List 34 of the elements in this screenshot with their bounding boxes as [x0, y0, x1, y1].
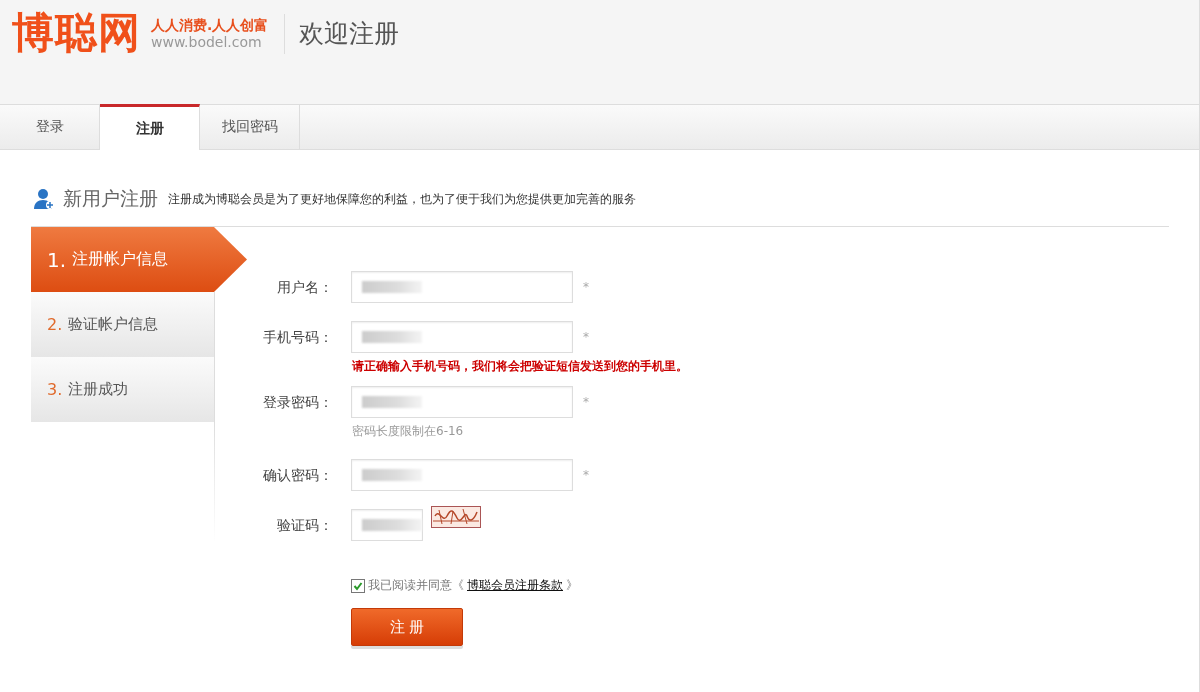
captcha-field[interactable] — [351, 509, 423, 541]
error-message: 请正确输入手机号码，我们将会把验证短信发送到您的手机里。 — [352, 358, 688, 374]
captcha-image[interactable] — [431, 506, 481, 528]
required-marker: * — [583, 467, 589, 484]
terms-link[interactable]: 博聪会员注册条款 — [467, 577, 563, 594]
input-field[interactable] — [351, 321, 573, 353]
input-field[interactable] — [351, 271, 573, 303]
section-description: 注册成为博聪会员是为了更好地保障您的利益，也为了便于我们为您提供更加完善的服务 — [168, 190, 636, 208]
agree-text-end: 》 — [566, 577, 578, 594]
register-button[interactable]: 注 册 — [351, 608, 463, 646]
step-item: 1. 注册帐户信息 — [31, 227, 247, 292]
input-field[interactable] — [351, 459, 573, 491]
field-label: 手机号码： — [262, 328, 334, 347]
tab[interactable]: 找回密码 — [200, 105, 300, 149]
required-marker: * — [583, 279, 589, 296]
agree-checkbox[interactable] — [351, 578, 365, 593]
input-field[interactable] — [351, 386, 573, 418]
field-label: 用户名： — [276, 278, 334, 297]
field-label: 验证码： — [276, 516, 334, 535]
hint-text: 密码长度限制在6-16 — [352, 423, 465, 439]
logo-text: 博聪网 — [12, 8, 141, 58]
agree-text: 我已阅读并同意《 — [368, 577, 464, 594]
page-title: 欢迎注册 — [299, 18, 400, 50]
step-item: 3. 注册成功 — [31, 357, 215, 422]
slogan: 人人消费.人人创富 — [151, 16, 269, 34]
section-title: 新用户注册 — [63, 186, 158, 211]
tab[interactable]: 注册 — [100, 104, 200, 150]
field-label: 登录密码： — [262, 393, 334, 412]
step-item: 2. 验证帐户信息 — [31, 292, 215, 357]
user-add-icon — [33, 188, 55, 210]
required-marker: * — [583, 394, 589, 411]
site-url: www.bodel.com — [151, 34, 263, 50]
required-marker: * — [583, 329, 589, 346]
field-label: 确认密码： — [262, 466, 334, 485]
